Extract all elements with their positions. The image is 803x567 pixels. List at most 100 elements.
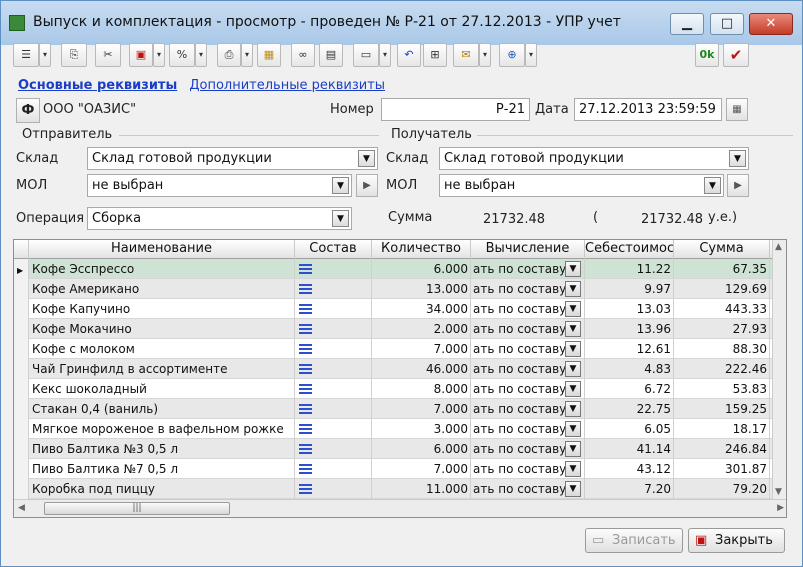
cell-calculation[interactable]: ать по составу ▼ [471, 479, 585, 499]
print-dropdown[interactable]: ▾ [241, 43, 253, 67]
cell-quantity[interactable]: 7.000 [372, 339, 471, 359]
horizontal-scrollbar[interactable]: ◀ ||| ▶ [14, 499, 786, 517]
cell-quantity[interactable]: 3.000 [372, 419, 471, 439]
cell-cost[interactable]: 13.96 [585, 319, 674, 339]
table-row[interactable]: Чай Гринфилд в ассортименте 46.000 ать по … [14, 359, 774, 379]
cell-cost[interactable]: 6.05 [585, 419, 674, 439]
cell-quantity[interactable]: 34.000 [372, 299, 471, 319]
chevron-down-icon[interactable]: ▼ [332, 210, 349, 227]
cell-sum[interactable]: 301.87 [674, 459, 770, 479]
chevron-down-icon[interactable]: ▼ [358, 150, 375, 167]
cell-quantity[interactable]: 13.000 [372, 279, 471, 299]
table-row[interactable]: Мягкое мороженое в вафельном рожке 3.000 а… [14, 419, 774, 439]
save-button[interactable]: ▭ Записать [585, 528, 683, 553]
cell-cost[interactable]: 7.20 [585, 479, 674, 499]
table-row[interactable]: Пиво Балтика №3 0,5 л 6.000 ать по составу… [14, 439, 774, 459]
cell-composition[interactable] [295, 379, 372, 399]
composition-list-icon[interactable] [299, 384, 312, 394]
cell-cost[interactable]: 9.97 [585, 279, 674, 299]
column-header-composition[interactable]: Состав [295, 240, 372, 259]
organization-button[interactable]: Ф [16, 98, 40, 123]
cell-cost[interactable]: 41.14 [585, 439, 674, 459]
table-row[interactable]: Кофе Американо 13.000 ать по составу ▼ 9.97 1… [14, 279, 774, 299]
receiver-warehouse-select[interactable]: Склад готовой продукции ▼ [439, 147, 749, 170]
composition-list-icon[interactable] [299, 344, 312, 354]
number-field[interactable]: Р-21 [381, 98, 530, 121]
cell-composition[interactable] [295, 339, 372, 359]
ok-button[interactable]: 0k [695, 43, 719, 67]
composition-list-icon[interactable] [299, 464, 312, 474]
list-button[interactable]: ☰ [13, 43, 39, 67]
cell-composition[interactable] [295, 439, 372, 459]
cell-calculation[interactable]: ать по составу ▼ [471, 379, 585, 399]
cell-composition[interactable] [295, 419, 372, 439]
tab-main-requisites[interactable]: Основные реквизиты [18, 78, 177, 93]
cell-calculation[interactable]: ать по составу ▼ [471, 439, 585, 459]
cell-name[interactable]: Кофе с молоком [29, 339, 295, 359]
close-button[interactable]: ▣ Закрыть [688, 528, 785, 553]
cell-sum[interactable]: 88.30 [674, 339, 770, 359]
chevron-down-icon[interactable]: ▼ [565, 461, 581, 477]
list-dropdown[interactable]: ▾ [39, 43, 51, 67]
cell-cost[interactable]: 11.22 [585, 259, 674, 279]
structure-button[interactable]: ⊞ [423, 43, 447, 67]
chevron-down-icon[interactable]: ▼ [565, 321, 581, 337]
scroll-right-icon[interactable]: ▶ [777, 503, 784, 513]
composition-list-icon[interactable] [299, 324, 312, 334]
table-row[interactable]: Кофе Капучино 34.000 ать по составу ▼ 13.03 4… [14, 299, 774, 319]
cut-button[interactable]: ✂ [95, 43, 121, 67]
percent-button[interactable]: % [169, 43, 195, 67]
cell-name[interactable]: Кофе Эсспрессо [29, 259, 295, 279]
envelope-dropdown[interactable]: ▾ [479, 43, 491, 67]
cell-quantity[interactable]: 7.000 [372, 399, 471, 419]
sender-mol-select[interactable]: не выбран ▼ [87, 174, 352, 197]
chevron-down-icon[interactable]: ▼ [565, 361, 581, 377]
cell-composition[interactable] [295, 259, 372, 279]
cell-calculation[interactable]: ать по составу ▼ [471, 279, 585, 299]
cell-quantity[interactable]: 46.000 [372, 359, 471, 379]
book-button[interactable]: ▤ [319, 43, 343, 67]
cell-sum[interactable]: 18.17 [674, 419, 770, 439]
cell-quantity[interactable]: 2.000 [372, 319, 471, 339]
composition-list-icon[interactable] [299, 444, 312, 454]
table-row[interactable]: Пиво Балтика №7 0,5 л 7.000 ать по составу… [14, 459, 774, 479]
cell-sum[interactable]: 443.33 [674, 299, 770, 319]
card-button[interactable]: ▭ [353, 43, 379, 67]
cell-sum[interactable]: 222.46 [674, 359, 770, 379]
cell-sum[interactable]: 246.84 [674, 439, 770, 459]
cell-cost[interactable]: 12.61 [585, 339, 674, 359]
percent-dropdown[interactable]: ▾ [195, 43, 207, 67]
cell-composition[interactable] [295, 459, 372, 479]
cell-sum[interactable]: 67.35 [674, 259, 770, 279]
composition-list-icon[interactable] [299, 284, 312, 294]
column-header-quantity[interactable]: Количество [372, 240, 471, 259]
cell-calculation[interactable]: ать по составу ▼ [471, 399, 585, 419]
chevron-down-icon[interactable]: ▼ [332, 177, 349, 194]
scroll-thumb[interactable]: ||| [44, 502, 230, 515]
composition-list-icon[interactable] [299, 484, 312, 494]
cell-name[interactable]: Кекс шоколадный [29, 379, 295, 399]
cell-name[interactable]: Кофе Американо [29, 279, 295, 299]
cell-quantity[interactable]: 7.000 [372, 459, 471, 479]
cell-sum[interactable]: 159.25 [674, 399, 770, 419]
document-button[interactable]: ▣ [129, 43, 153, 67]
maximize-button[interactable]: □ [710, 13, 744, 35]
chevron-down-icon[interactable]: ▼ [565, 481, 581, 497]
cell-quantity[interactable]: 8.000 [372, 379, 471, 399]
chevron-down-icon[interactable]: ▼ [729, 150, 746, 167]
cell-name[interactable]: Пиво Балтика №7 0,5 л [29, 459, 295, 479]
table-row[interactable]: Стакан 0,4 (ваниль) 7.000 ать по составу ▼ 2… [14, 399, 774, 419]
column-header-name[interactable]: Наименование [29, 240, 295, 259]
composition-list-icon[interactable] [299, 364, 312, 374]
column-header-calculation[interactable]: Вычисление [471, 240, 585, 259]
chevron-down-icon[interactable]: ▼ [565, 341, 581, 357]
table-row[interactable]: ▶ Кофе Эсспрессо 6.000 ать по составу ▼ 11.22… [14, 259, 774, 279]
cell-name[interactable]: Мягкое мороженое в вафельном рожке [29, 419, 295, 439]
chevron-down-icon[interactable]: ▼ [704, 177, 721, 194]
close-window-button[interactable]: ✕ [749, 13, 793, 35]
minimize-button[interactable]: ▁ [670, 13, 704, 35]
document-dropdown[interactable]: ▾ [153, 43, 165, 67]
column-header-cost[interactable]: Себестоимость [585, 240, 674, 259]
cell-composition[interactable] [295, 279, 372, 299]
chevron-down-icon[interactable]: ▼ [565, 441, 581, 457]
